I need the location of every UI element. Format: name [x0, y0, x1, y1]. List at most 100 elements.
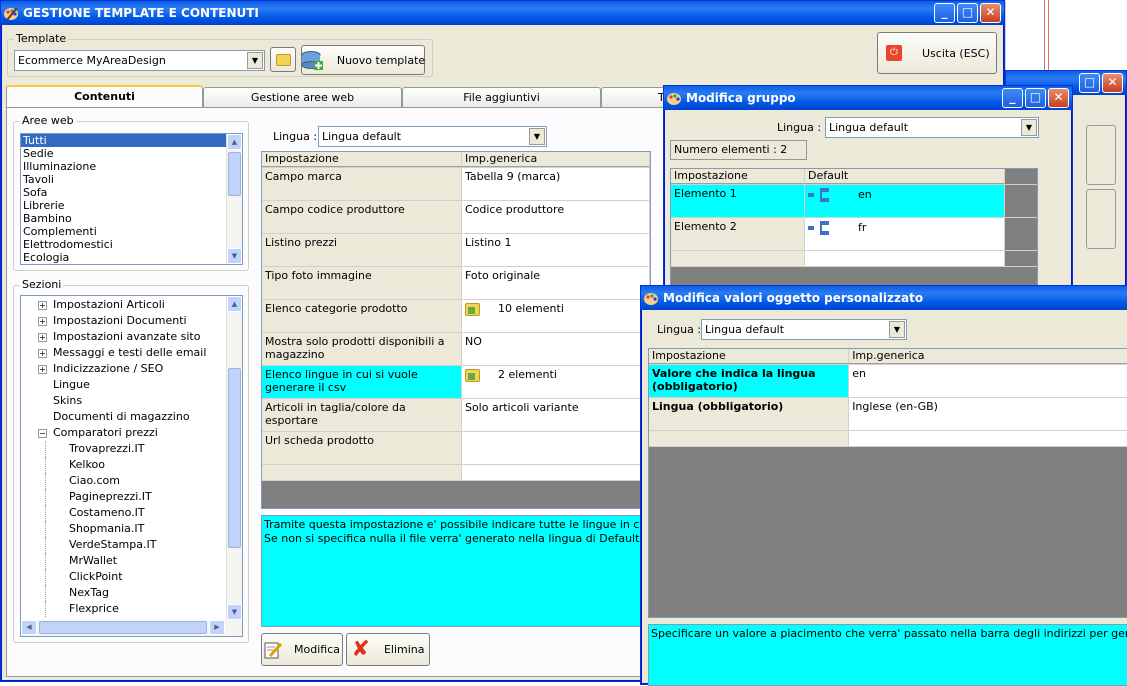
tree-subitem[interactable]: MrWallet: [45, 553, 242, 569]
template-select[interactable]: Ecommerce MyAreaDesign ▼: [14, 50, 265, 71]
custom-title-bar[interactable]: Modifica valori oggetto personalizzato: [641, 286, 1127, 310]
cell-value[interactable]: fr: [805, 218, 1005, 250]
new-template-button[interactable]: Nuovo template: [301, 45, 425, 75]
list-item[interactable]: Elettrodomestici: [21, 238, 242, 251]
cell-value[interactable]: Foto originale: [461, 267, 650, 299]
chevron-right-icon[interactable]: ▶: [209, 620, 225, 635]
tab-gestione-aree-web[interactable]: Gestione aree web: [203, 87, 402, 107]
maximize-button[interactable]: □: [957, 3, 978, 23]
table-row[interactable]: Url scheda prodotto: [262, 432, 650, 465]
settings-grid[interactable]: Impostazione Imp.generica Campo marca Tab…: [261, 151, 651, 509]
list-item[interactable]: Sofa: [21, 186, 242, 199]
cell-value[interactable]: Tabella 9 (marca): [461, 168, 650, 200]
background-button[interactable]: [1086, 189, 1116, 249]
tree-subitem[interactable]: Pagineprezzi.IT: [45, 489, 242, 505]
tree-item[interactable]: + Impostazioni Documenti: [21, 313, 242, 329]
list-item[interactable]: Bambino: [21, 212, 242, 225]
cell-value[interactable]: en: [805, 185, 1005, 217]
cell-value[interactable]: Codice produttore: [461, 201, 650, 233]
cell-value[interactable]: Listino 1: [461, 234, 650, 266]
tree-subitem[interactable]: Trovaprezzi.IT: [45, 441, 242, 457]
close-button[interactable]: ✕: [1102, 73, 1123, 93]
tree-item[interactable]: − Comparatori prezzi: [21, 425, 242, 441]
background-button[interactable]: [1086, 125, 1116, 185]
list-item[interactable]: Complementi: [21, 225, 242, 238]
tree-item[interactable]: + Indicizzazione / SEO: [21, 361, 242, 377]
maximize-button[interactable]: □: [1025, 88, 1046, 108]
tree-subitem[interactable]: Ciao.com: [45, 473, 242, 489]
list-item[interactable]: Tavoli: [21, 173, 242, 186]
expand-icon[interactable]: +: [38, 364, 47, 374]
table-row[interactable]: Mostra solo prodotti disponibili a magaz…: [262, 333, 650, 366]
delete-button[interactable]: ✘ Elimina: [346, 633, 430, 666]
tree-subitem[interactable]: Costameno.IT: [45, 505, 242, 521]
table-row[interactable]: Elemento 1 en: [671, 185, 1037, 218]
expand-icon[interactable]: +: [38, 300, 47, 310]
table-row[interactable]: Elenco categorie prodotto 10 elementi: [262, 300, 650, 333]
scroll-thumb[interactable]: [228, 152, 241, 196]
minimize-button[interactable]: _: [1002, 88, 1023, 108]
cell-value[interactable]: Solo articoli variante: [461, 399, 650, 431]
cell-value[interactable]: en: [849, 365, 1127, 397]
chevron-down-icon[interactable]: ▼: [247, 52, 263, 69]
table-row[interactable]: Elemento 2 fr: [671, 218, 1037, 251]
table-row[interactable]: Lingua (obbligatorio) Inglese (en-GB): [649, 398, 1127, 431]
list-item[interactable]: Sedie: [21, 147, 242, 160]
sezioni-vscrollbar[interactable]: ▲ ▼: [226, 296, 242, 620]
table-row[interactable]: Campo marca Tabella 9 (marca): [262, 168, 650, 201]
cell-value[interactable]: 2 elementi: [461, 366, 650, 398]
list-item[interactable]: Tutti: [21, 134, 242, 147]
chevron-down-icon[interactable]: ▼: [227, 248, 242, 264]
table-row[interactable]: Campo codice produttore Codice produttore: [262, 201, 650, 234]
expand-icon[interactable]: +: [38, 332, 47, 342]
expand-icon[interactable]: +: [38, 348, 47, 358]
cell-value[interactable]: Inglese (en-GB): [849, 398, 1127, 430]
table-row[interactable]: Valore che indica la lingua (obbligatori…: [649, 365, 1127, 398]
chevron-down-icon[interactable]: ▼: [529, 128, 545, 145]
folder-icon[interactable]: [464, 302, 480, 316]
close-button[interactable]: ✕: [1048, 88, 1069, 108]
tree-subitem[interactable]: ClickPoint: [45, 569, 242, 585]
cell-value[interactable]: NO: [461, 333, 650, 365]
cell-value[interactable]: [461, 432, 650, 464]
tree-subitem[interactable]: NexTag: [45, 585, 242, 601]
modify-button[interactable]: Modifica: [261, 633, 343, 666]
aree-web-list[interactable]: Tutti Sedie Illuminazione Tavoli Sofa Libreri…: [20, 133, 243, 265]
group-grid[interactable]: Impostazione Default Elemento 1 en Element…: [670, 168, 1038, 288]
list-item[interactable]: Illuminazione: [21, 160, 242, 173]
custom-lingua-select[interactable]: Lingua default ▼: [701, 319, 907, 340]
chevron-left-icon[interactable]: ◀: [21, 620, 37, 635]
tab-contenuti[interactable]: Contenuti: [6, 85, 203, 107]
tree-item[interactable]: + Messaggi e testi delle email: [21, 345, 242, 361]
chevron-down-icon[interactable]: ▼: [227, 604, 242, 620]
collapse-icon[interactable]: −: [38, 428, 47, 438]
sezioni-hscrollbar[interactable]: ◀ ▶: [21, 620, 242, 636]
tree-item[interactable]: + Impostazioni Articoli: [21, 297, 242, 313]
open-folder-button[interactable]: [270, 47, 296, 72]
exit-button[interactable]: ⏻ Uscita (ESC): [877, 32, 997, 74]
expand-icon[interactable]: +: [38, 316, 47, 326]
folder-icon[interactable]: [464, 368, 480, 382]
table-row[interactable]: Listino prezzi Listino 1: [262, 234, 650, 267]
sezioni-tree[interactable]: + Impostazioni Articoli + Impostazioni Docu…: [20, 295, 243, 637]
custom-grid[interactable]: Impostazione Imp.generica Valore che ind…: [648, 348, 1127, 618]
tree-item[interactable]: Documenti di magazzino: [21, 409, 242, 425]
list-item[interactable]: Librerie: [21, 199, 242, 212]
aree-web-scrollbar[interactable]: ▲ ▼: [226, 134, 242, 264]
chevron-up-icon[interactable]: ▲: [227, 296, 242, 312]
minimize-button[interactable]: _: [934, 3, 955, 23]
table-row[interactable]: Tipo foto immagine Foto originale: [262, 267, 650, 300]
list-item[interactable]: Ecologia: [21, 251, 242, 264]
lingua-select[interactable]: Lingua default ▼: [318, 126, 547, 147]
scroll-thumb[interactable]: [228, 368, 241, 548]
cell-value[interactable]: 10 elementi: [461, 300, 650, 332]
scroll-thumb[interactable]: [39, 621, 207, 634]
chevron-down-icon[interactable]: ▼: [889, 321, 905, 338]
close-button[interactable]: ✕: [980, 3, 1001, 23]
table-row[interactable]: Articoli in taglia/colore da esportare So…: [262, 399, 650, 432]
tab-file-aggiuntivi[interactable]: File aggiuntivi: [402, 87, 601, 107]
chevron-up-icon[interactable]: ▲: [227, 134, 242, 150]
tree-subitem[interactable]: Flexprice: [45, 601, 242, 617]
maximize-button[interactable]: □: [1079, 73, 1100, 93]
tree-subitem[interactable]: VerdeStampa.IT: [45, 537, 242, 553]
